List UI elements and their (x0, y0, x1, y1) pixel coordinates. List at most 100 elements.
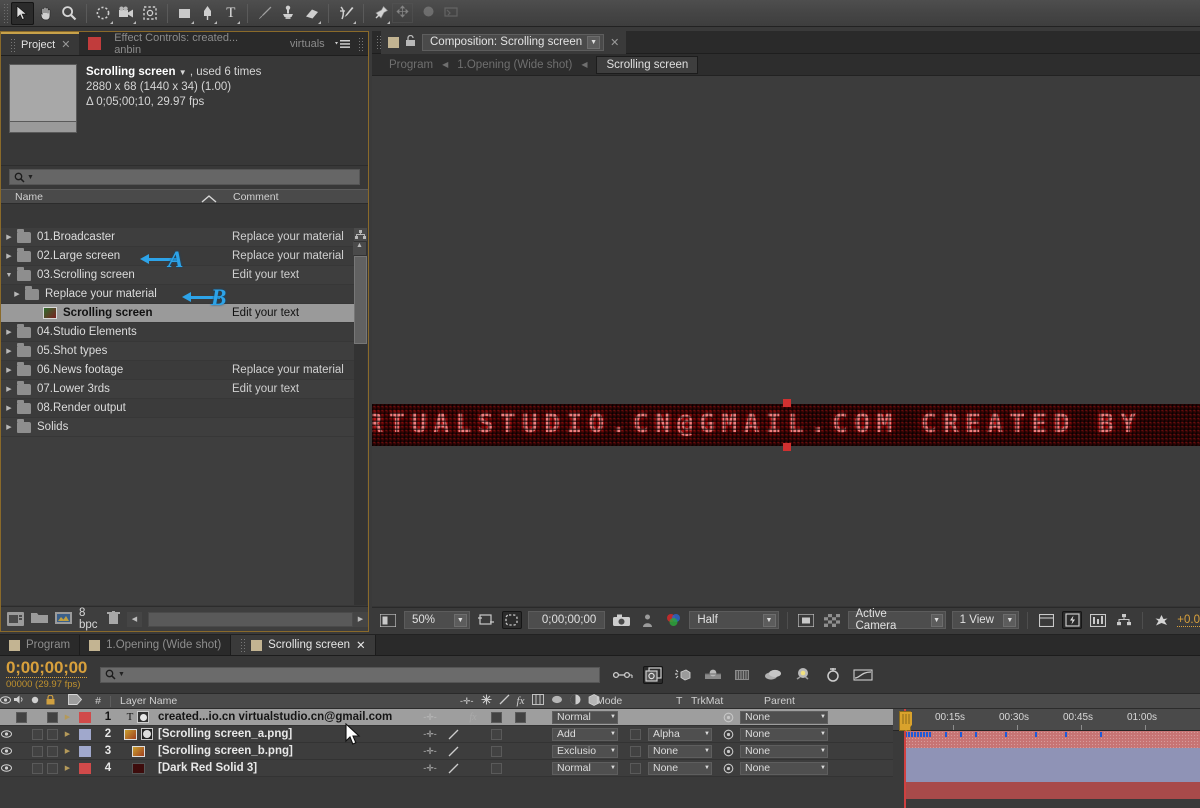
layer-switch-3d[interactable] (532, 726, 552, 743)
scroll-up-button[interactable]: ▲ (353, 242, 366, 255)
auto-keyframe-icon[interactable] (823, 666, 843, 684)
project-item-row[interactable]: ▶ Solids (1, 418, 354, 437)
pen-tool[interactable] (196, 2, 219, 25)
layer-video-toggle[interactable] (0, 760, 13, 777)
layer-parent-pickwhip[interactable] (716, 726, 740, 743)
scroll-left-button[interactable]: ◀ (127, 611, 142, 627)
layer-name[interactable]: created...io.cn virtualstudio.cn@gmail.c… (156, 709, 416, 726)
chevron-down-icon[interactable]: ▼ (930, 613, 943, 627)
layer-video-toggle[interactable] (0, 709, 13, 726)
layer-switch-3d[interactable] (532, 709, 552, 726)
layer-switch-anchor[interactable]: -✛- (416, 743, 444, 760)
layer-switch-quality[interactable] (444, 709, 462, 726)
project-item-row[interactable]: ▶ 08.Render output (1, 399, 354, 418)
layer-switch-effects[interactable] (462, 743, 484, 760)
layer-video-toggle[interactable] (0, 743, 13, 760)
sort-ascending-icon[interactable] (201, 194, 217, 206)
layer-switch-effects[interactable] (462, 726, 484, 743)
layer-switch-frameblend[interactable] (484, 743, 508, 760)
composition-viewer[interactable]: RTUALSTUDIO.CN@GMAIL.COM CREATED BY (372, 76, 1200, 606)
chevron-down-icon[interactable]: ▼ (453, 613, 467, 627)
timeline-layer-row[interactable]: ▶ 3 [Scrolling screen_b.png] -✛- Exclusio ▼ No… (0, 743, 893, 760)
toolbar-grip[interactable] (3, 2, 9, 24)
layer-switch-quality[interactable] (444, 760, 462, 777)
project-item-row[interactable]: ▶ Replace your material (1, 285, 354, 304)
ruler-bar[interactable]: 0s00:15s00:30s00:45s01:00s (893, 709, 1200, 731)
twirler-collapsed-icon[interactable]: ▶ (1, 328, 17, 336)
layer-name[interactable]: [Dark Red Solid 3] (156, 760, 416, 777)
tab-virtuals[interactable]: virtuals (274, 32, 333, 55)
layer-name[interactable]: [Scrolling screen_a.png] (156, 726, 416, 743)
project-item-row[interactable]: ▶ 07.Lower 3rds Edit your text (1, 380, 354, 399)
resolution-select[interactable]: Half ▼ (689, 611, 779, 629)
project-item-comment[interactable]: Edit your text (232, 383, 299, 395)
puppet-pin-tool[interactable] (369, 2, 392, 25)
layer-audio-toggle[interactable] (13, 743, 30, 760)
layer-audio-toggle[interactable] (13, 726, 30, 743)
timeline-current-time[interactable]: 0;00;00;00 00000 (29.97 fps) (0, 659, 100, 690)
project-item-row[interactable]: Scrolling screen Edit your text (1, 304, 354, 323)
project-item-row[interactable]: ▶ 01.Broadcaster Replace your material (1, 228, 354, 247)
fast-previews-icon[interactable] (1062, 611, 1083, 629)
led-scrolling-text-layer[interactable]: RTUALSTUDIO.CN@GMAIL.COM CREATED BY (372, 404, 1200, 446)
hscroll-thumb[interactable] (148, 611, 353, 627)
layer-parent-pickwhip[interactable] (716, 760, 740, 777)
project-item-row[interactable]: ▶ 06.News footage Replace your material (1, 361, 354, 380)
shy-icon[interactable] (763, 666, 783, 684)
panel-grip[interactable] (358, 36, 363, 51)
shape-tool[interactable] (173, 2, 196, 25)
timeline-tab-scrolling-screen[interactable]: Scrolling screen ✕ (231, 635, 376, 655)
layer-parent-select[interactable]: None ▼ (740, 709, 832, 726)
project-item-comment[interactable]: Edit your text (232, 269, 299, 281)
layer-audio-toggle[interactable] (13, 760, 30, 777)
column-trkmat[interactable]: TrkMat (691, 695, 723, 707)
layer-solo-toggle[interactable] (30, 709, 44, 726)
column-parent[interactable]: Parent (764, 695, 795, 707)
layer-audio-toggle[interactable] (13, 709, 30, 726)
channel-rgb-icon[interactable] (663, 611, 683, 629)
layer-t-switch[interactable] (622, 760, 648, 777)
layer-trkmat-select[interactable]: None ▼ (648, 760, 716, 777)
lock-box[interactable] (47, 711, 58, 723)
zoom-tool[interactable] (57, 2, 80, 25)
column-mode[interactable]: Mode (596, 695, 622, 707)
show-snapshot-icon[interactable] (637, 611, 657, 629)
timeline-layer-bar[interactable] (905, 782, 1200, 799)
layer-label-color[interactable] (74, 760, 96, 777)
layer-switch-quality[interactable] (444, 743, 462, 760)
solo-box[interactable] (31, 745, 43, 757)
eraser-tool[interactable] (300, 2, 323, 25)
project-item-row[interactable]: ▶ 04.Studio Elements (1, 323, 354, 342)
view-layout-select[interactable]: Active Camera ▼ (847, 608, 946, 632)
layer-label-color[interactable] (74, 743, 96, 760)
breadcrumb-item-current[interactable]: Scrolling screen (596, 55, 699, 74)
lock-box[interactable] (47, 762, 58, 774)
take-snapshot-icon[interactable] (611, 611, 631, 629)
brainstorm-icon[interactable] (793, 666, 813, 684)
layer-switch-3d[interactable] (532, 760, 552, 777)
project-vertical-scrollbar[interactable]: ▲ (353, 228, 367, 605)
move-icon[interactable] (392, 3, 413, 23)
chevron-down-icon[interactable]: ▼ (179, 68, 187, 77)
timeline-tab-program[interactable]: Program (0, 635, 81, 655)
motion-blur-icon[interactable] (673, 666, 693, 684)
layer-mode-select[interactable]: Normal ▼ (552, 760, 622, 777)
lock-box[interactable] (47, 745, 58, 757)
layer-label-color[interactable] (74, 709, 96, 726)
anchor-point-handle-top[interactable] (783, 399, 791, 407)
sphere-icon[interactable] (422, 5, 435, 21)
column-number[interactable]: # (86, 695, 110, 707)
layer-label-color[interactable] (74, 726, 96, 743)
twirler-expanded-icon[interactable]: ▼ (1, 272, 17, 279)
twirler-collapsed-icon[interactable]: ▶ (1, 404, 17, 412)
twirler-collapsed-icon[interactable]: ▶ (1, 366, 17, 374)
layer-switch-frameblend[interactable] (484, 726, 508, 743)
close-icon[interactable]: ✕ (610, 36, 619, 49)
layer-mode-select[interactable]: Add ▼ (552, 726, 622, 743)
timeline-layer-bar[interactable] (905, 765, 1200, 782)
draft-3d-icon[interactable] (643, 665, 663, 684)
layer-trkmat-select[interactable]: None ▼ (648, 743, 716, 760)
twirler-collapsed-icon[interactable]: ▶ (1, 233, 17, 241)
timeline-search-input[interactable]: ▼ (100, 666, 600, 683)
solo-box[interactable] (31, 728, 43, 740)
